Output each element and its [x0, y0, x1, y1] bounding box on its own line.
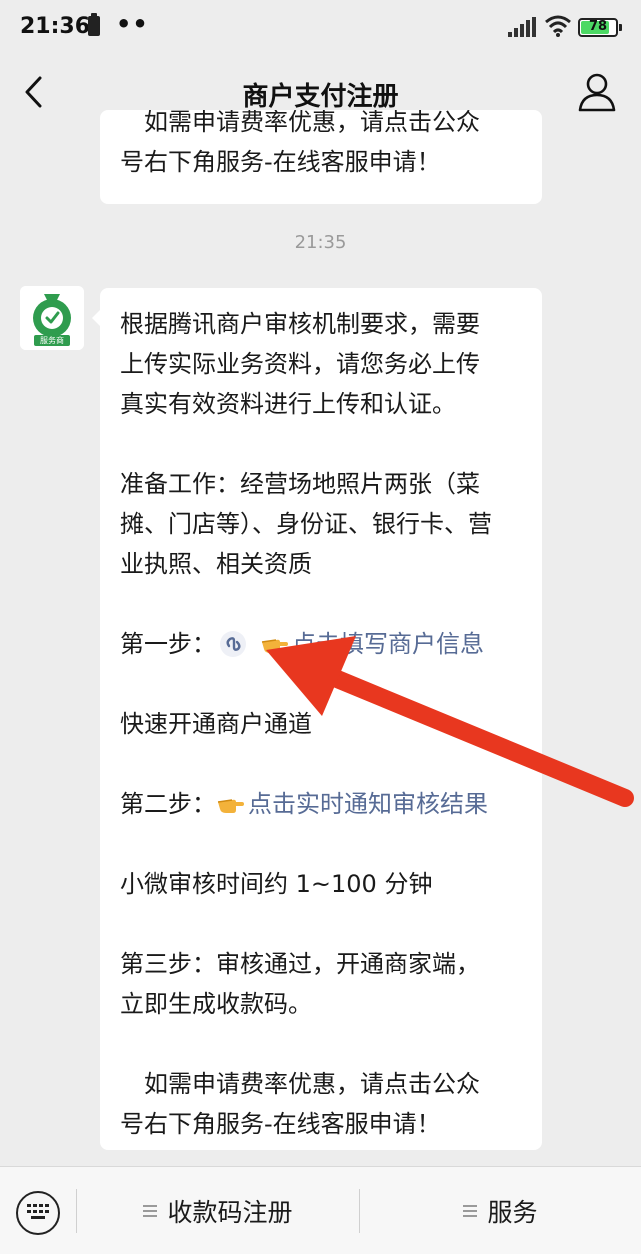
message-timestamp: 21:35: [294, 232, 347, 253]
bottom-menu-bar: 收款码注册 服务: [0, 1166, 641, 1254]
review-result-link[interactable]: 点击实时通知审核结果: [248, 790, 488, 818]
message-line: 如需申请费率优惠，请点击公众: [120, 1070, 480, 1098]
menu-item-service[interactable]: 服务: [360, 1167, 641, 1254]
fill-merchant-info-link[interactable]: 点击填写商户信息: [292, 630, 484, 658]
message-line: 第三步：审核通过，开通商家端，: [120, 950, 480, 978]
message-line: 上传实际业务资料，请您务必上传: [120, 350, 480, 378]
message-line: 摊、门店等）、身份证、银行卡、营: [120, 510, 492, 538]
battery-level: 78: [588, 19, 608, 34]
menu-icon: [143, 1202, 158, 1220]
menu-item-label: 服务: [487, 1198, 538, 1227]
wifi-icon: [545, 15, 571, 37]
step2-label: 第二步：: [120, 790, 216, 818]
menu-item-payment-code[interactable]: 收款码注册: [77, 1167, 359, 1254]
message-line: 小微审核时间约 1~100 分钟: [120, 870, 433, 898]
page-title: 商户支付注册: [242, 82, 399, 112]
message-line: 如需申请费率优惠，请点击公众: [120, 110, 480, 136]
keyboard-icon: [27, 1204, 49, 1219]
message-line: 号右下角服务-在线客服申请！: [120, 1110, 441, 1138]
profile-icon[interactable]: [578, 72, 616, 112]
keyboard-toggle-button[interactable]: [16, 1191, 60, 1235]
message-line: 真实有效资料进行上传和认证。: [120, 390, 456, 418]
message-bubble: 根据腾讯商户审核机制要求，需要 上传实际业务资料，请您务必上传 真实有效资料进行…: [92, 288, 542, 1150]
signal-icon: [508, 17, 536, 37]
message-line: 业执照、相关资质: [120, 550, 312, 578]
avatar-label: 服务商: [40, 336, 64, 345]
step2-line: 第二步： 点击实时通知审核结果: [120, 784, 522, 824]
menu-item-label: 收款码注册: [167, 1198, 293, 1227]
message-line: 快速开通商户通道: [120, 710, 312, 738]
pointing-hand-icon: [217, 799, 244, 813]
status-time: 21:36: [20, 14, 91, 39]
menu-icon: [463, 1202, 478, 1220]
message-line: 根据腾讯商户审核机制要求，需要: [120, 310, 480, 338]
status-bar: 21:36 •• 78: [0, 0, 641, 56]
message-line: 号右下角服务-在线客服申请！: [120, 148, 441, 176]
message-line: 立即生成收款码。: [120, 990, 312, 1018]
notification-dots-icon: ••: [116, 10, 149, 38]
screen: 21:36 •• 78 商户支付注册 如需申请费率优惠，请点击公众 号右下角服务…: [0, 0, 641, 1254]
mini-program-icon[interactable]: [220, 631, 246, 657]
message-line: 准备工作：经营场地照片两张（菜: [120, 470, 480, 498]
step1-line: 第一步： 点击填写商户信息: [120, 624, 522, 664]
previous-message-bubble: 如需申请费率优惠，请点击公众 号右下角服务-在线客服申请！: [100, 110, 542, 204]
battery-icon: 78: [578, 18, 622, 37]
pointing-hand-icon: [261, 639, 288, 653]
avatar[interactable]: 服务商: [20, 286, 84, 350]
step1-label: 第一步：: [120, 630, 216, 658]
sim-card-icon: [88, 13, 100, 36]
